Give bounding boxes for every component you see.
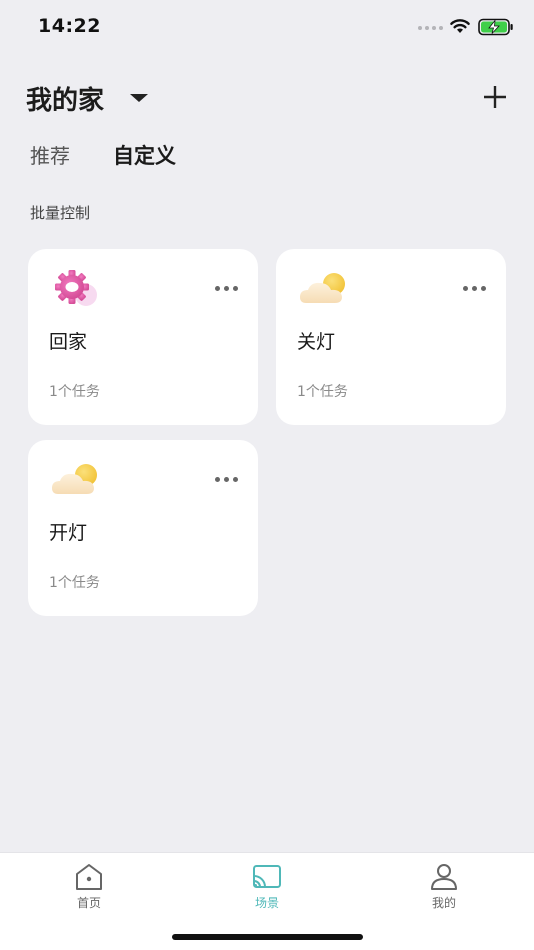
person-icon bbox=[431, 864, 457, 890]
nav-mine[interactable]: 我的 bbox=[409, 863, 479, 911]
add-button[interactable] bbox=[482, 84, 508, 110]
status-time: 14:22 bbox=[38, 15, 101, 37]
gear-icon bbox=[55, 270, 97, 306]
home-selector[interactable]: 我的家 bbox=[26, 80, 104, 117]
scene-task-count: 1个任务 bbox=[297, 384, 348, 400]
scene-name: 回家 bbox=[49, 331, 88, 353]
battery-charging-icon bbox=[478, 18, 513, 36]
scene-task-count: 1个任务 bbox=[49, 575, 100, 591]
nav-scene[interactable]: 场景 bbox=[232, 863, 302, 911]
home-icon bbox=[76, 864, 102, 890]
nav-home-label: 首页 bbox=[76, 896, 101, 910]
home-indicator bbox=[172, 934, 363, 940]
scene-icon bbox=[253, 865, 281, 888]
nav-home[interactable]: 首页 bbox=[54, 863, 124, 911]
more-icon[interactable] bbox=[215, 477, 238, 482]
chevron-down-icon[interactable] bbox=[130, 94, 148, 102]
scene-name: 开灯 bbox=[49, 522, 88, 544]
status-bar: 14:22 bbox=[0, 0, 534, 54]
scene-name: 关灯 bbox=[297, 331, 336, 353]
more-icon[interactable] bbox=[215, 286, 238, 291]
cloud-sun-icon bbox=[300, 273, 345, 303]
scene-task-count: 1个任务 bbox=[49, 384, 100, 400]
nav-scene-label: 场景 bbox=[254, 896, 279, 910]
batch-control-label: 批量控制 bbox=[30, 204, 91, 222]
more-icon[interactable] bbox=[463, 286, 486, 291]
tab-recommend[interactable]: 推荐 bbox=[30, 140, 70, 169]
tab-custom[interactable]: 自定义 bbox=[113, 140, 176, 170]
scene-card-lights-on[interactable]: 开灯 1个任务 bbox=[28, 440, 258, 616]
cloud-sun-icon bbox=[52, 464, 97, 494]
scene-card-go-home[interactable]: 回家 1个任务 bbox=[28, 249, 258, 425]
signal-icon bbox=[418, 26, 443, 30]
scene-card-lights-off[interactable]: 关灯 1个任务 bbox=[276, 249, 506, 425]
nav-mine-label: 我的 bbox=[431, 896, 456, 910]
wifi-icon bbox=[450, 19, 470, 33]
